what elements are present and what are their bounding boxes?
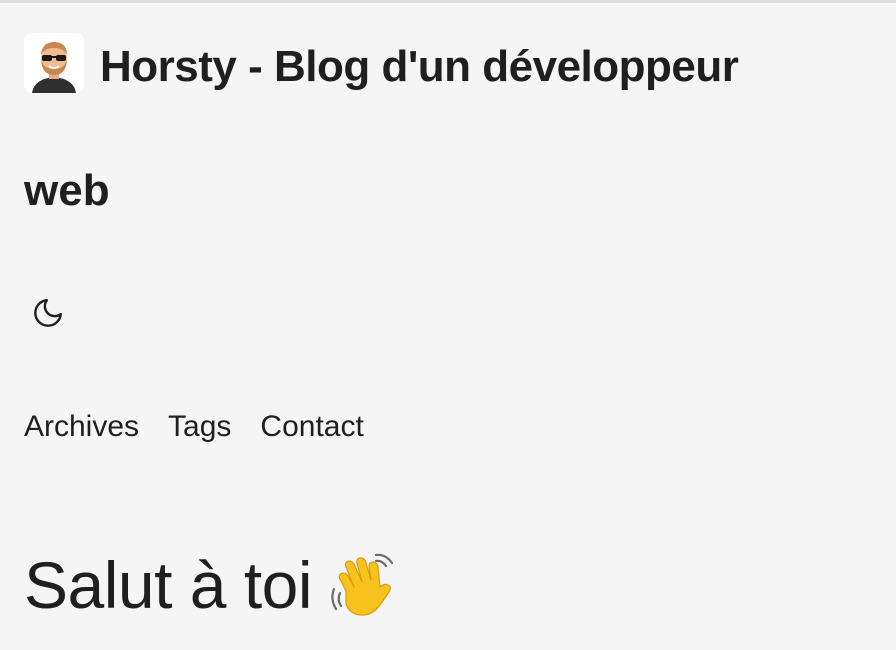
site-title[interactable]: Horsty - Blog d'un développeur — [100, 45, 739, 89]
moon-icon — [34, 299, 62, 327]
waving-hand-icon — [331, 553, 394, 616]
greeting-text: Salut à toi — [24, 548, 313, 622]
theme-toggle-button[interactable] — [28, 293, 68, 333]
site-title-continuation[interactable]: web — [24, 169, 110, 213]
main-nav: Archives Tags Contact — [24, 409, 364, 445]
avatar[interactable] — [24, 33, 84, 93]
nav-link-tags[interactable]: Tags — [168, 409, 231, 445]
nav-link-archives[interactable]: Archives — [24, 409, 139, 445]
avatar-icon — [24, 33, 84, 93]
nav-link-contact[interactable]: Contact — [260, 409, 363, 445]
page-heading: Salut à toi — [24, 549, 398, 621]
